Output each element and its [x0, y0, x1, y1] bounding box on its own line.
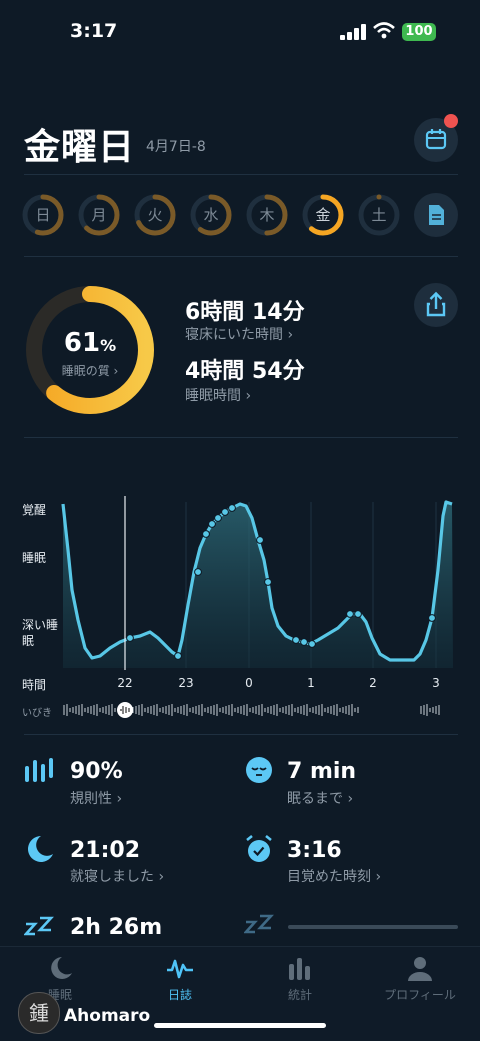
x-tick-label: 23	[178, 676, 194, 690]
quality-percent: 61	[63, 328, 101, 358]
sleep-latency-value: 7 min	[287, 759, 357, 784]
divider	[24, 256, 458, 257]
x-tick-label: 2	[369, 676, 377, 690]
bedtime-link[interactable]: 就寝しました ›	[70, 866, 164, 886]
tab-label: 統計	[287, 988, 312, 1002]
moon-icon	[51, 957, 72, 979]
sleep-event-dot	[300, 638, 308, 646]
report-button[interactable]	[414, 193, 458, 237]
sleep-event-dot	[174, 652, 182, 660]
x-tick-label: 22	[117, 676, 133, 690]
sleep-event-dot	[126, 634, 134, 642]
x-tick-label: 0	[245, 676, 253, 690]
day-4[interactable]: 木	[246, 194, 288, 236]
snore-label: いびき	[22, 708, 52, 719]
x-tick-label: 3	[432, 676, 440, 690]
tab-3[interactable]: プロフィール	[360, 954, 480, 1003]
day-0[interactable]: 日	[22, 194, 64, 236]
tab-label: プロフィール	[384, 988, 456, 1002]
tab-label: 日誌	[167, 988, 192, 1002]
divider	[24, 734, 458, 735]
sleep-event-dot	[194, 568, 202, 576]
day-6[interactable]: 土	[358, 194, 400, 236]
scrubber-handle[interactable]	[117, 702, 133, 718]
watermark-text: Ahomaro	[64, 1006, 151, 1026]
day-label: 日	[35, 206, 51, 224]
sleep-event-dot	[221, 508, 229, 516]
day-label: 水	[203, 206, 219, 224]
sleep-time-value: 4時間 54分	[185, 359, 305, 384]
quality-unit: %	[100, 336, 117, 355]
wake-time-link[interactable]: 目覚めた時刻 ›	[287, 866, 381, 886]
sleep-event-dot	[354, 610, 362, 618]
tab-0[interactable]: 睡眠	[0, 954, 120, 1003]
time-in-bed-link[interactable]: 寝床にいた時間 ›	[185, 324, 293, 344]
cellular-signal-icon	[340, 24, 366, 40]
loading-placeholder-bar	[288, 925, 458, 929]
sleep-event-dot	[308, 640, 316, 648]
snore-zzz-icon	[24, 916, 54, 936]
notification-badge	[444, 114, 458, 128]
x-axis-title: 時間	[22, 678, 47, 692]
sleepy-face-icon	[246, 757, 272, 783]
moon-icon	[28, 836, 53, 862]
snore-zzz-icon	[244, 914, 274, 934]
day-label: 土	[371, 206, 387, 224]
regularity-bars-icon	[25, 758, 53, 782]
day-1[interactable]: 月	[78, 194, 120, 236]
page-title: 金曜日	[24, 127, 136, 168]
share-icon	[426, 291, 446, 317]
sleep-event-dot	[346, 610, 354, 618]
date-range: 4月7日-8	[146, 139, 206, 155]
wake-time-value: 3:16	[287, 838, 342, 863]
sleep-event-dot	[208, 520, 216, 528]
watermark-logo: 鍾	[18, 992, 60, 1034]
sleep-event-dot	[228, 504, 236, 512]
sleep-quality-summary[interactable]: 61% 睡眠の質 ›	[40, 328, 140, 379]
sleep-latency-link[interactable]: 眠るまで ›	[287, 788, 353, 808]
share-button[interactable]	[414, 283, 458, 327]
day-2[interactable]: 火	[134, 194, 176, 236]
home-indicator[interactable]	[154, 1023, 326, 1028]
wifi-icon	[373, 22, 395, 39]
time-in-bed-value: 6時間 14分	[185, 300, 305, 325]
sleep-event-dot	[256, 536, 264, 544]
day-label: 火	[147, 206, 163, 224]
divider	[24, 174, 458, 175]
pulse-wave-icon	[167, 959, 193, 979]
sleep-event-dot	[214, 514, 222, 522]
regularity-link[interactable]: 規則性 ›	[70, 788, 122, 808]
sleep-event-dot	[202, 530, 210, 538]
sleep-time-link[interactable]: 睡眠時間 ›	[185, 385, 251, 405]
quality-label: 睡眠の質 ›	[61, 364, 119, 378]
document-icon	[429, 205, 444, 225]
alarm-clock-icon	[246, 834, 272, 862]
sleep-event-dot	[428, 614, 436, 622]
tab-label: 睡眠	[47, 988, 72, 1002]
sleep-event-dot	[292, 636, 300, 644]
tab-2[interactable]: 統計	[240, 954, 360, 1003]
tab-1[interactable]: 日誌	[120, 954, 240, 1003]
bar-chart-icon	[289, 958, 310, 980]
sleep-event-dot	[264, 578, 272, 586]
day-label: 木	[259, 206, 275, 224]
status-time: 3:17	[70, 20, 118, 42]
bedtime-value: 21:02	[70, 838, 141, 863]
battery-indicator: 100	[402, 23, 436, 41]
day-3[interactable]: 水	[190, 194, 232, 236]
person-icon	[408, 957, 432, 981]
divider	[24, 437, 458, 438]
x-tick-label: 1	[307, 676, 315, 690]
day-5[interactable]: 金	[302, 194, 344, 236]
regularity-value: 90%	[70, 759, 123, 784]
snore-duration-value: 2h 26m	[70, 915, 163, 940]
day-label: 金	[315, 206, 331, 224]
day-label: 月	[91, 206, 107, 224]
